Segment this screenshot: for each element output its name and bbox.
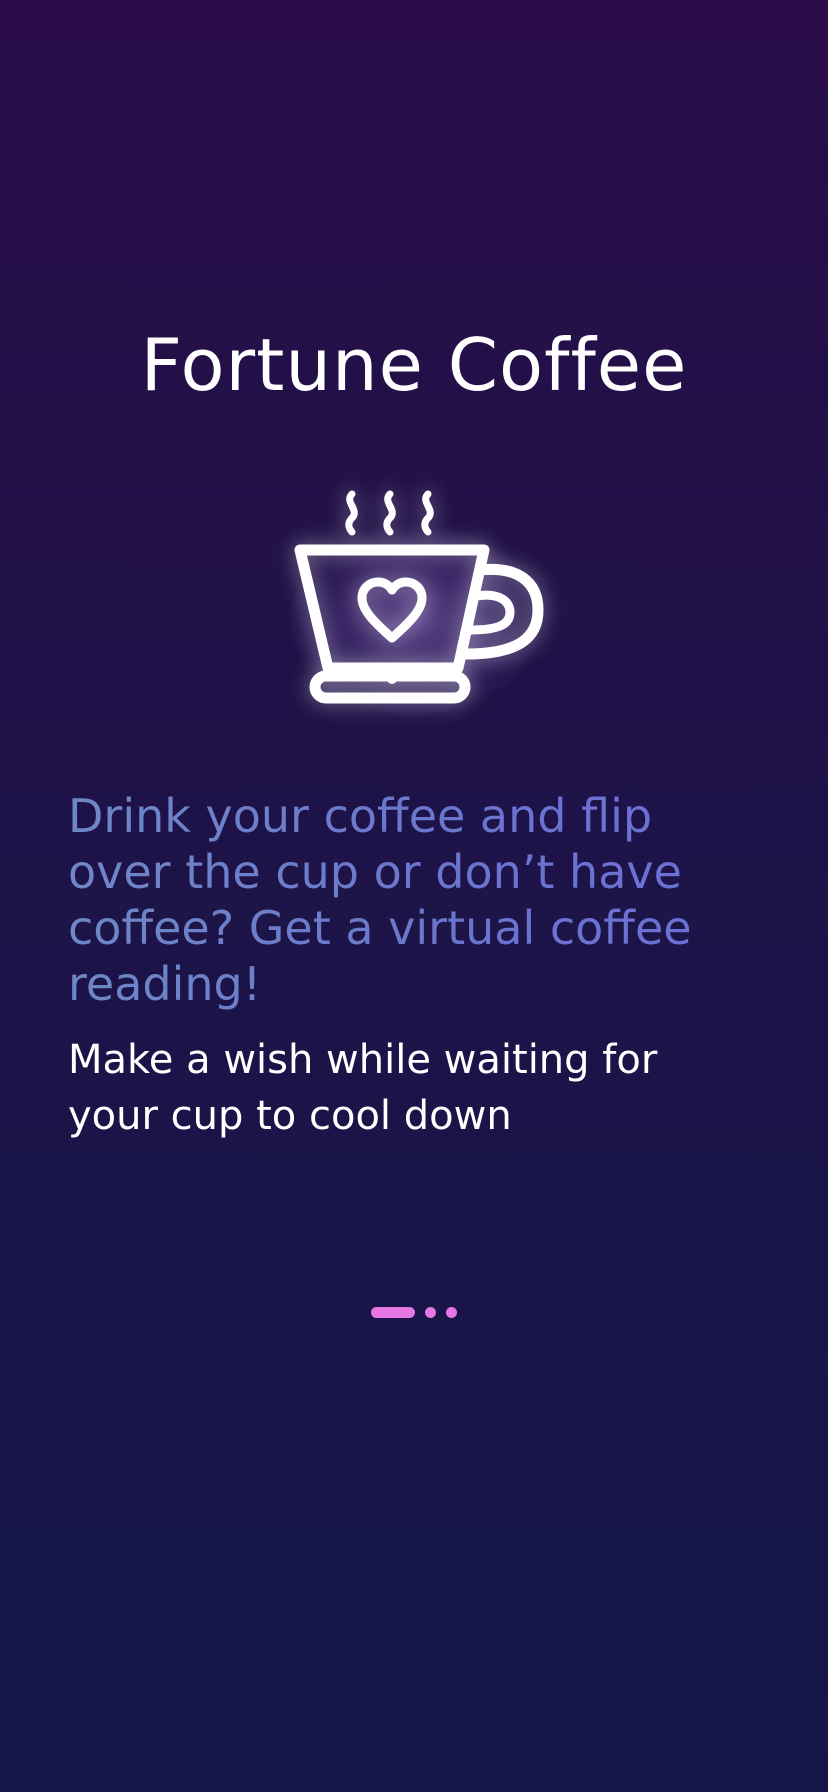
page-indicator-dot[interactable]	[425, 1307, 436, 1318]
page-indicator-dot[interactable]	[446, 1307, 457, 1318]
coffee-cup-illustration	[270, 470, 560, 730]
page-indicator-dot-active[interactable]	[371, 1307, 415, 1318]
app-title: Fortune Coffee	[140, 323, 688, 407]
onboarding-subtext: Make a wish while waiting for your cup t…	[68, 1037, 658, 1139]
page-indicator	[0, 1307, 828, 1318]
onboarding-headline: Drink your coffee and flip over the cup …	[68, 788, 768, 1012]
coffee-cup-heart-icon	[294, 490, 544, 704]
